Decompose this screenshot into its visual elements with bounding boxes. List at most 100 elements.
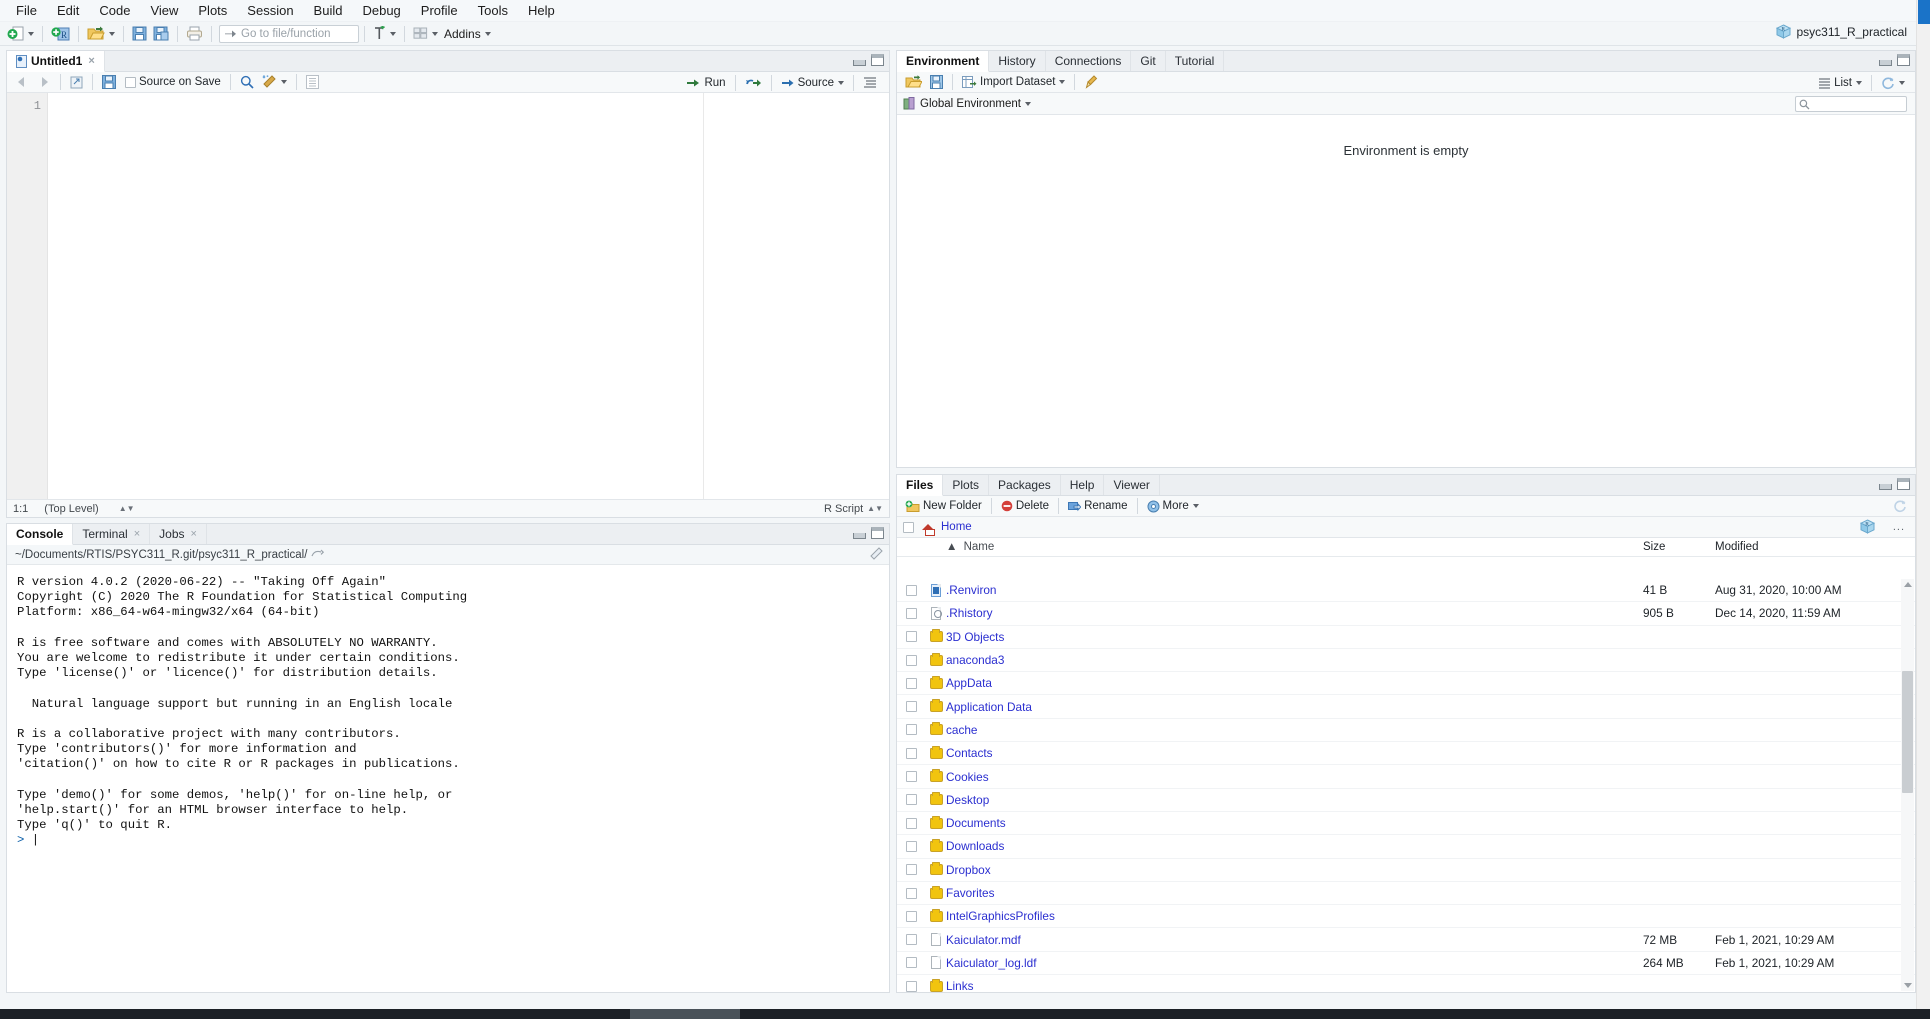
print-button[interactable] — [183, 24, 206, 44]
minimize-icon[interactable] — [853, 60, 866, 66]
file-name-link[interactable]: Contacts — [946, 746, 1643, 760]
sort-ascending-icon[interactable]: ▲ — [946, 541, 957, 553]
working-directory-path[interactable]: ~/Documents/RTIS/PSYC311_R.git/psyc311_R… — [15, 549, 307, 561]
file-name-link[interactable]: .Renviron — [946, 583, 1643, 597]
file-name-link[interactable]: .Rhistory — [946, 606, 1643, 620]
select-all-checkbox[interactable] — [903, 521, 914, 533]
checkbox[interactable] — [906, 631, 917, 643]
tab-help[interactable]: Help — [1061, 475, 1105, 495]
tab-console[interactable]: Console — [7, 524, 74, 545]
file-name-link[interactable]: Application Data — [946, 700, 1643, 714]
row-checkbox[interactable] — [897, 840, 926, 852]
checkbox[interactable] — [906, 794, 917, 806]
tab-viewer[interactable]: Viewer — [1104, 475, 1160, 495]
file-name-link[interactable]: Desktop — [946, 793, 1643, 807]
row-checkbox[interactable] — [897, 701, 926, 713]
menu-item-build[interactable]: Build — [304, 1, 353, 21]
table-row[interactable]: 3D Objects — [897, 626, 1915, 649]
tab-history[interactable]: History — [989, 51, 1046, 71]
file-name-link[interactable]: Links — [946, 979, 1643, 992]
minimize-icon[interactable] — [1879, 484, 1892, 490]
checkbox[interactable] — [906, 701, 917, 713]
source-on-save-checkbox[interactable]: Source on Save — [120, 74, 225, 91]
menu-item-edit[interactable]: Edit — [47, 1, 89, 21]
addins-button[interactable]: Addins — [441, 24, 494, 44]
checkbox[interactable] — [906, 817, 917, 829]
minimize-icon[interactable] — [853, 533, 866, 539]
column-header-size[interactable]: Size — [1643, 541, 1715, 553]
menu-item-tools[interactable]: Tools — [468, 1, 518, 21]
file-name-link[interactable]: Favorites — [946, 886, 1643, 900]
version-control-caret[interactable] — [390, 31, 396, 36]
source-on-save-box[interactable] — [125, 76, 136, 88]
checkbox[interactable] — [906, 771, 917, 783]
environment-view-mode-button[interactable]: List — [1814, 74, 1866, 91]
tab-git[interactable]: Git — [1131, 51, 1166, 71]
compile-report-icon[interactable] — [302, 74, 323, 91]
file-type-selector[interactable]: R Script — [824, 503, 863, 515]
table-row[interactable]: AppData — [897, 672, 1915, 696]
file-name-link[interactable]: Documents — [946, 816, 1643, 830]
row-checkbox[interactable] — [897, 747, 926, 759]
scope-selector[interactable]: (Top Level) — [44, 503, 98, 515]
maximize-icon[interactable] — [871, 54, 884, 66]
code-tools-caret[interactable] — [280, 80, 287, 84]
source-tab-close-icon[interactable]: × — [88, 55, 94, 67]
menu-item-file[interactable]: File — [6, 1, 47, 21]
tab-files[interactable]: Files — [897, 475, 944, 496]
tab-tutorial[interactable]: Tutorial — [1166, 51, 1225, 71]
code-tools-icon[interactable] — [258, 74, 291, 91]
row-checkbox[interactable] — [897, 607, 926, 619]
source-code-area[interactable]: 1 — [7, 93, 889, 499]
files-refresh-icon[interactable] — [1893, 499, 1907, 513]
row-checkbox[interactable] — [897, 771, 926, 783]
load-workspace-button[interactable] — [901, 74, 926, 91]
checkbox[interactable] — [906, 747, 917, 759]
table-row[interactable]: Cookies — [897, 765, 1915, 789]
column-header-modified[interactable]: Modified — [1715, 541, 1915, 553]
back-arrow-icon[interactable] — [11, 74, 33, 91]
project-selector[interactable]: R psyc311_R_practical — [1776, 24, 1922, 39]
checkbox[interactable] — [906, 584, 917, 596]
re-run-icon[interactable] — [741, 74, 766, 91]
document-outline-icon[interactable] — [859, 74, 881, 91]
save-all-button[interactable] — [150, 24, 172, 44]
row-checkbox[interactable] — [897, 887, 926, 899]
delete-button[interactable]: Delete — [997, 498, 1053, 515]
import-dataset-button[interactable]: Import Dataset — [958, 74, 1069, 91]
table-row[interactable]: .Rhistory 905 B Dec 14, 2020, 11:59 AM — [897, 602, 1915, 626]
file-name-link[interactable]: IntelGraphicsProfiles — [946, 909, 1643, 923]
table-row[interactable]: cache — [897, 719, 1915, 743]
show-in-new-window-icon[interactable] — [66, 74, 87, 91]
checkbox[interactable] — [906, 887, 917, 899]
new-project-button[interactable]: R — [48, 24, 73, 44]
checkbox[interactable] — [906, 864, 917, 876]
search-icon[interactable] — [236, 74, 258, 91]
file-name-link[interactable]: anaconda3 — [946, 653, 1643, 667]
source-tab-untitled1[interactable]: Untitled1 × — [7, 51, 105, 72]
file-name-link[interactable]: Dropbox — [946, 863, 1643, 877]
row-checkbox[interactable] — [897, 584, 926, 596]
table-row[interactable]: Dropbox — [897, 859, 1915, 882]
forward-arrow-icon[interactable] — [33, 74, 55, 91]
menu-item-profile[interactable]: Profile — [411, 1, 468, 21]
row-checkbox[interactable] — [897, 910, 926, 922]
environment-scope-label[interactable]: Global Environment — [920, 98, 1021, 110]
tab-connections[interactable]: Connections — [1046, 51, 1132, 71]
row-checkbox[interactable] — [897, 794, 926, 806]
table-row[interactable]: Contacts — [897, 742, 1915, 766]
workspace-panes-button[interactable] — [410, 24, 441, 44]
files-scrollbar[interactable] — [1901, 579, 1914, 991]
maximize-icon[interactable] — [871, 527, 884, 539]
scroll-down-arrow-icon[interactable] — [1904, 983, 1912, 988]
checkbox[interactable] — [906, 677, 917, 689]
code-text-area[interactable] — [48, 93, 889, 499]
tab-plots[interactable]: Plots — [943, 475, 990, 495]
file-name-link[interactable]: cache — [946, 723, 1643, 737]
table-row[interactable]: Kaiculator.mdf 72 MB Feb 1, 2021, 10:29 AM — [897, 928, 1915, 952]
addins-caret[interactable] — [484, 31, 491, 36]
tab-terminal-close-icon[interactable]: × — [134, 528, 140, 540]
table-row[interactable]: Desktop — [897, 789, 1915, 812]
clear-objects-broom-icon[interactable] — [1080, 74, 1102, 91]
row-checkbox[interactable] — [897, 957, 926, 969]
